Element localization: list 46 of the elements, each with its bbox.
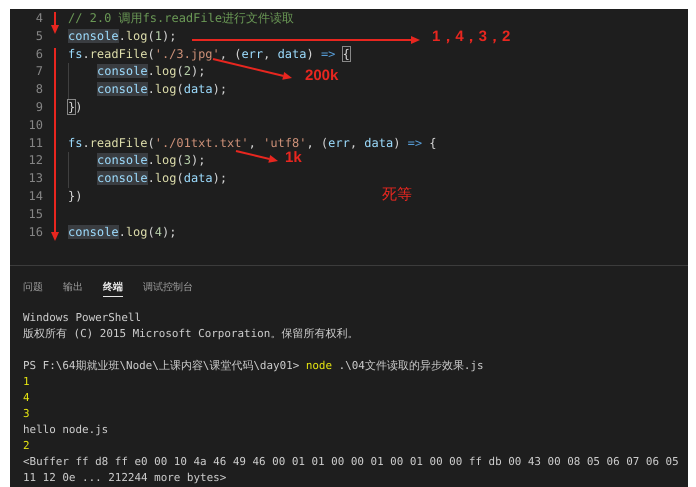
terminal-output: 1 (23, 375, 30, 388)
code-line: console.log(data); (68, 170, 228, 188)
terminal-output: 3 (23, 407, 30, 420)
terminal-output: 4 (23, 391, 30, 404)
code-line: fs.readFile('./01txt.txt', 'utf8', (err, data) => { (68, 134, 437, 151)
terminal-prompt: PS F:\64期就业班\Node\上课内容\课堂代码\day01> (23, 359, 300, 372)
annotation-text: 1，4，3，2 (432, 27, 510, 46)
line-number: 5 (34, 28, 43, 45)
code-line: // 2.0 调用fs.readFile进行文件读取 (68, 10, 294, 27)
terminal-output: 2 (23, 439, 30, 452)
line-number: 13 (28, 170, 43, 188)
annotation-text: 1k (285, 149, 302, 166)
terminal-text: Windows PowerShell (23, 311, 142, 324)
panel-tab[interactable]: 终端 (103, 280, 123, 297)
line-number: 8 (34, 81, 43, 98)
code-line: }) (68, 98, 82, 116)
line-number: 6 (34, 46, 43, 63)
code-line: console.log(data); (68, 81, 228, 99)
line-number: 14 (28, 188, 43, 205)
terminal-text: 11 12 0e ... 212244 more bytes> (23, 471, 226, 484)
panel-tab[interactable]: 调试控制台 (143, 280, 193, 297)
annotation-text: 死等 (382, 185, 412, 204)
terminal-text: <Buffer ff d8 ff e0 00 10 4a 46 49 46 00 01 01 00 00 01 00 01 00 00 ff db 00 43 00 08 05 06 07 06 05 (23, 455, 679, 468)
line-number: 16 (28, 224, 43, 241)
line-number: 9 (34, 98, 43, 116)
code-line: fs.readFile('./3.jpg', (err, data) => { (68, 46, 350, 63)
terminal-text: hello node.js (23, 423, 108, 436)
code-line: console.log(2); (68, 63, 206, 82)
annotation-text: 200k (305, 67, 338, 84)
line-number: 11 (28, 134, 43, 152)
code-line: console.log(3); (68, 152, 206, 170)
terminal-command: node (306, 359, 332, 372)
code-line: console.log(1); (68, 28, 176, 45)
code-line: }) (68, 188, 82, 205)
terminal-text: 版权所有 (C) 2015 Microsoft Corporation。保留所有权利。 (23, 327, 358, 340)
arrow (236, 150, 278, 163)
line-number: 7 (34, 63, 43, 80)
panel-tab[interactable]: 输出 (63, 280, 83, 297)
line-number: 4 (34, 10, 43, 27)
terminal-argument: .\04文件读取的异步效果.js (338, 359, 484, 372)
line-number: 12 (28, 152, 43, 170)
panel-tab[interactable]: 问题 (23, 280, 43, 297)
arrow (51, 12, 59, 34)
line-number: 15 (28, 206, 43, 223)
code-line: console.log(4); (68, 224, 176, 241)
line-number: 10 (28, 116, 43, 134)
